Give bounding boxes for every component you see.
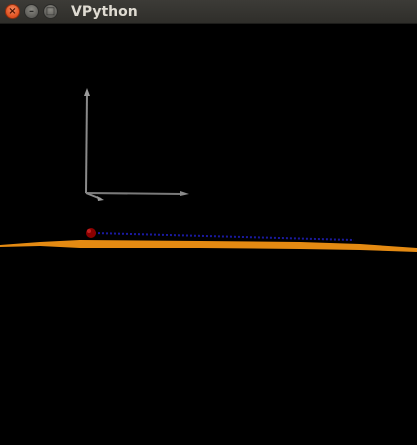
x-axis-arrowhead bbox=[180, 191, 189, 196]
maximize-button[interactable]: □ bbox=[43, 4, 58, 19]
scene-svg bbox=[0, 88, 417, 252]
y-axis bbox=[85, 91, 88, 194]
minimize-icon: – bbox=[29, 5, 34, 17]
window-title: VPython bbox=[71, 4, 138, 20]
floor-slab bbox=[0, 240, 417, 252]
ball-trail bbox=[93, 232, 355, 241]
x-axis bbox=[85, 192, 183, 195]
vpython-window: × – □ VPython bbox=[0, 0, 417, 445]
minimize-button[interactable]: – bbox=[24, 4, 39, 19]
3d-scene-canvas[interactable] bbox=[0, 24, 417, 445]
close-button[interactable]: × bbox=[5, 4, 20, 19]
coordinate-axes bbox=[84, 88, 189, 201]
ball-highlight bbox=[87, 229, 91, 233]
ball bbox=[86, 228, 96, 238]
title-bar[interactable]: × – □ VPython bbox=[0, 0, 417, 24]
close-icon: × bbox=[8, 5, 17, 17]
y-axis-arrowhead bbox=[84, 88, 90, 96]
maximize-icon: □ bbox=[45, 5, 56, 17]
z-axis-arrowhead bbox=[97, 196, 104, 201]
